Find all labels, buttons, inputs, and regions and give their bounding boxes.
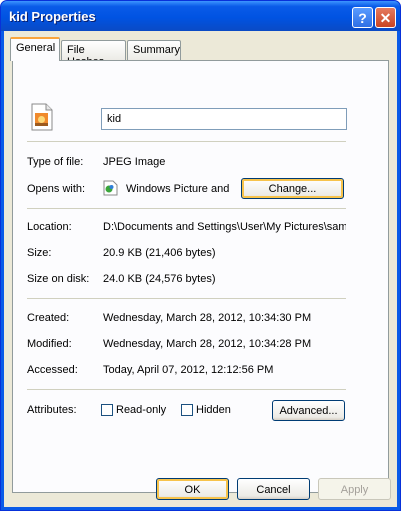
- size-on-disk-label: Size on disk:: [27, 273, 90, 285]
- modified-value: Wednesday, March 28, 2012, 10:34:28 PM: [103, 338, 312, 350]
- divider: [27, 141, 346, 142]
- filename-input[interactable]: kid: [101, 108, 347, 130]
- accessed-label: Accessed:: [27, 364, 78, 376]
- divider: [27, 389, 346, 390]
- attributes-label: Attributes:: [27, 404, 77, 416]
- location-value: D:\Documents and Settings\User\My Pictur…: [103, 221, 346, 233]
- created-value: Wednesday, March 28, 2012, 10:34:30 PM: [103, 312, 312, 324]
- ok-button[interactable]: OK: [156, 478, 229, 500]
- location-label: Location:: [27, 221, 72, 233]
- cancel-button[interactable]: Cancel: [237, 478, 310, 500]
- opens-with-value: Windows Picture and F: [126, 183, 233, 195]
- tab-general[interactable]: General: [10, 37, 60, 61]
- tab-file-hashes[interactable]: File Hashes: [61, 40, 126, 68]
- dialog-client: General File Hashes Summary kid Type of …: [4, 31, 397, 507]
- title-bar[interactable]: kid Properties ? ✕: [1, 1, 400, 31]
- type-label: Type of file:: [27, 156, 84, 168]
- help-button[interactable]: ?: [352, 7, 373, 28]
- help-icon: ?: [358, 10, 367, 26]
- jpeg-file-icon: [31, 103, 53, 131]
- divider: [27, 208, 346, 209]
- accessed-value: Today, April 07, 2012, 12:12:56 PM: [103, 364, 274, 376]
- picture-viewer-icon: [103, 180, 118, 196]
- type-value: JPEG Image: [103, 156, 166, 168]
- divider: [27, 298, 346, 299]
- created-label: Created:: [27, 312, 70, 324]
- readonly-label[interactable]: Read-only: [116, 404, 166, 416]
- size-label: Size:: [27, 247, 52, 259]
- apply-button[interactable]: Apply: [318, 478, 391, 500]
- size-on-disk-value: 24.0 KB (24,576 bytes): [103, 273, 216, 285]
- size-value: 20.9 KB (21,406 bytes): [103, 247, 216, 259]
- tab-summary[interactable]: Summary: [127, 40, 181, 60]
- hidden-checkbox[interactable]: [181, 404, 193, 416]
- opens-with-label: Opens with:: [27, 183, 86, 195]
- readonly-checkbox[interactable]: [101, 404, 113, 416]
- change-button[interactable]: Change...: [241, 178, 344, 199]
- properties-window: kid Properties ? ✕ General File Hashes S…: [0, 0, 401, 511]
- window-title: kid Properties: [9, 9, 96, 24]
- advanced-button[interactable]: Advanced...: [272, 400, 345, 421]
- hidden-label[interactable]: Hidden: [196, 404, 231, 416]
- close-icon: ✕: [379, 10, 392, 26]
- modified-label: Modified:: [27, 338, 72, 350]
- close-button[interactable]: ✕: [375, 7, 396, 28]
- general-panel: kid Type of file: JPEG Image Opens with:…: [12, 60, 389, 493]
